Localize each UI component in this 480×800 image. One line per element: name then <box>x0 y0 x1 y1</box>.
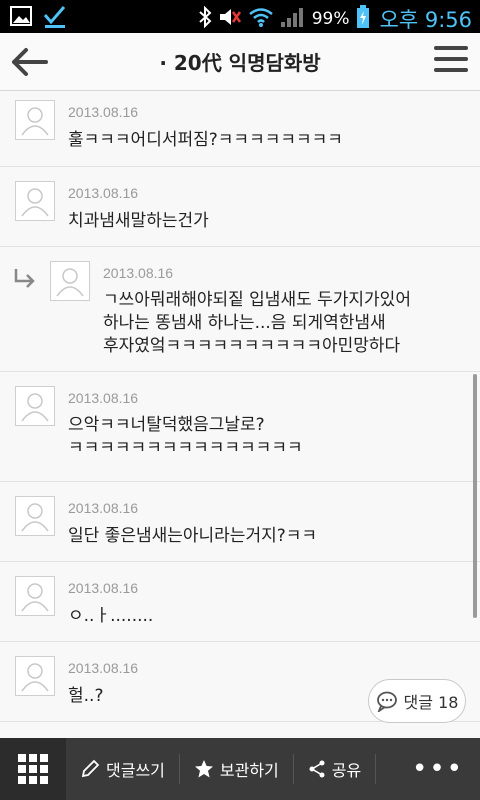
comment-text: 일단 좋은냄새는아니라는거지?ㅋㅋ <box>68 526 318 546</box>
comment-count-button[interactable]: 댓글 18 <box>368 679 466 723</box>
pencil-icon <box>81 759 100 778</box>
comment-text: 으악ㅋㅋ너탈덕했음그날로? ㅋㅋㅋㅋㅋㅋㅋㅋㅋㅋㅋㅋㅋㅋㅋ <box>68 415 303 458</box>
bookmark-label: 보관하기 <box>219 761 279 780</box>
grid-icon <box>18 754 48 784</box>
comment-text: 훌ㅋㅋㅋ어디서퍼짐?ㅋㅋㅋㅋㅋㅋㅋㅋ <box>68 130 343 150</box>
signal-icon <box>280 6 306 32</box>
status-bar: 99% 오후 9:56 <box>0 0 480 33</box>
comment-item-reply[interactable]: 2013.08.16 ㄱ쓰아뭐래해야되짙 입냄새도 두가지가있어 하나는 똥냄새… <box>0 247 480 372</box>
comment-date: 2013.08.16 <box>68 185 139 201</box>
comment-item[interactable]: 2013.08.16 ㅇ..ㅏ........ <box>0 562 480 642</box>
star-icon <box>194 760 213 778</box>
mute-icon <box>218 6 242 32</box>
share-label: 공유 <box>331 761 362 780</box>
comment-text: 치과냄새말하는건가 <box>68 211 209 231</box>
page-title: · 20代 익명담화방 <box>159 51 321 75</box>
comment-list[interactable]: 2013.08.16 훌ㅋㅋㅋ어디서퍼짐?ㅋㅋㅋㅋㅋㅋㅋㅋ 2013.08.16… <box>0 92 480 738</box>
battery-percent: 99% <box>311 9 350 29</box>
gallery-icon <box>10 5 32 33</box>
bottom-toolbar: 댓글쓰기 보관하기 공유 ••• <box>0 738 480 800</box>
share-button[interactable]: 공유 <box>294 738 375 800</box>
hamburger-icon <box>434 46 468 50</box>
comment-item[interactable]: 2013.08.16 으악ㅋㅋ너탈덕했음그날로? ㅋㅋㅋㅋㅋㅋㅋㅋㅋㅋㅋㅋㅋㅋㅋ <box>0 372 480 482</box>
wifi-icon <box>248 6 274 32</box>
menu-button[interactable] <box>434 46 468 76</box>
comment-text: ㄱ쓰아뭐래해야되짙 입냄새도 두가지가있어 하나는 똥냄새 하나는...음 되게… <box>103 290 411 356</box>
more-button[interactable]: ••• <box>412 754 464 784</box>
comment-date: 2013.08.16 <box>68 104 139 120</box>
avatar <box>50 261 90 301</box>
check-icon <box>42 5 68 33</box>
avatar <box>15 181 55 221</box>
comment-text: 헐..? <box>68 686 104 706</box>
avatar <box>15 100 55 140</box>
avatar <box>15 576 55 616</box>
comment-item[interactable]: 2013.08.16 치과냄새말하는건가 <box>0 167 480 247</box>
grid-menu-button[interactable] <box>0 738 66 800</box>
comment-item[interactable]: 2013.08.16 일단 좋은냄새는아니라는거지?ㅋㅋ <box>0 482 480 562</box>
scrollbar[interactable] <box>473 374 477 618</box>
comment-count-label: 댓글 18 <box>403 693 459 712</box>
write-comment-button[interactable]: 댓글쓰기 <box>66 738 179 800</box>
bluetooth-icon <box>198 5 212 32</box>
comment-text: ㅇ..ㅏ........ <box>68 606 154 626</box>
comment-item[interactable]: 2013.08.16 훌ㅋㅋㅋ어디서퍼짐?ㅋㅋㅋㅋㅋㅋㅋㅋ <box>0 92 480 167</box>
battery-charging-icon <box>356 5 370 33</box>
divider <box>375 754 377 784</box>
comment-date: 2013.08.16 <box>68 580 139 596</box>
avatar <box>15 386 55 426</box>
comment-date: 2013.08.16 <box>68 660 139 676</box>
avatar <box>15 656 55 696</box>
reply-arrow-icon <box>14 269 35 288</box>
comment-date: 2013.08.16 <box>68 390 139 406</box>
speech-bubble-icon <box>376 691 397 712</box>
app-header: · 20代 익명담화방 <box>0 33 480 91</box>
comment-date: 2013.08.16 <box>103 265 174 281</box>
bookmark-button[interactable]: 보관하기 <box>180 738 293 800</box>
share-icon <box>309 760 325 778</box>
clock: 오후 9:56 <box>379 8 472 32</box>
avatar <box>15 496 55 536</box>
write-comment-label: 댓글쓰기 <box>106 761 165 780</box>
comment-date: 2013.08.16 <box>68 500 139 516</box>
